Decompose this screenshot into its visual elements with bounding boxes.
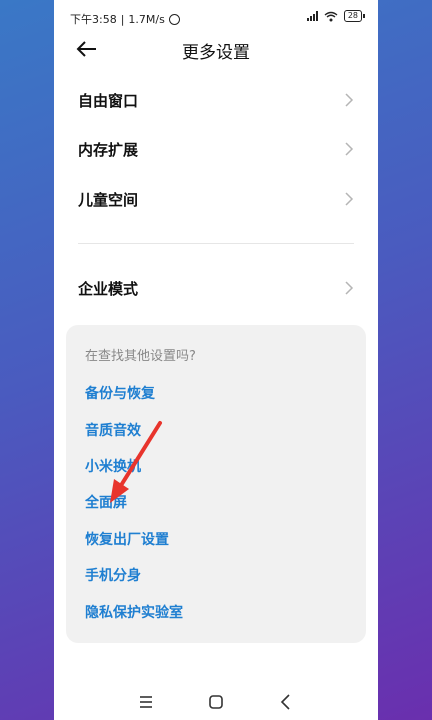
status-time: 下午3:58 (70, 13, 117, 26)
link-privacy-lab[interactable]: 隐私保护实验室 (85, 602, 183, 622)
link-full-screen[interactable]: 全面屏 (85, 492, 127, 512)
settings-item-free-window[interactable]: 自由窗口 (54, 76, 378, 124)
settings-item-memory-extension[interactable]: 内存扩展 (54, 125, 378, 173)
link-mi-mover[interactable]: 小米换机 (85, 456, 141, 476)
status-bar: 下午3:58 | 1.7M/s 28 (54, 0, 378, 34)
home-icon[interactable] (204, 690, 228, 714)
settings-item-kids-space[interactable]: 儿童空间 (54, 175, 378, 223)
settings-item-enterprise-mode[interactable]: 企业模式 (54, 264, 378, 312)
settings-item-label: 自由窗口 (78, 92, 139, 110)
wifi-icon (324, 11, 338, 21)
navigation-bar (54, 686, 378, 720)
menu-icon[interactable] (134, 690, 158, 714)
battery-icon: 28 (343, 10, 366, 22)
status-network-speed: 1.7M/s (128, 12, 165, 26)
header: 更多设置 (54, 34, 378, 64)
other-settings-hint: 在查找其他设置吗? (85, 349, 196, 364)
alarm-icon (168, 13, 180, 25)
status-separator: | (120, 12, 125, 26)
signal-icon (306, 11, 318, 21)
settings-item-label: 内存扩展 (78, 141, 139, 159)
other-settings-card: 在查找其他设置吗? 备份与恢复 音质音效 小米换机 全面屏 恢复出厂设置 手机分… (66, 325, 366, 643)
chevron-right-icon (345, 192, 354, 206)
chevron-right-icon (345, 93, 354, 107)
page-title: 更多设置 (182, 43, 250, 63)
settings-item-label: 企业模式 (78, 280, 139, 298)
chevron-right-icon (345, 142, 354, 156)
link-sound-effects[interactable]: 音质音效 (85, 420, 141, 440)
link-backup-restore[interactable]: 备份与恢复 (85, 383, 155, 403)
back-triangle-icon[interactable] (274, 690, 298, 714)
phone-screen: 下午3:58 | 1.7M/s 28 更多设置 自由窗口 内存扩展 儿童空间 企… (54, 0, 378, 720)
settings-item-label: 儿童空间 (78, 191, 139, 209)
chevron-right-icon (345, 281, 354, 295)
link-dual-apps[interactable]: 手机分身 (85, 565, 141, 585)
link-factory-reset[interactable]: 恢复出厂设置 (85, 529, 169, 549)
divider (78, 243, 354, 244)
